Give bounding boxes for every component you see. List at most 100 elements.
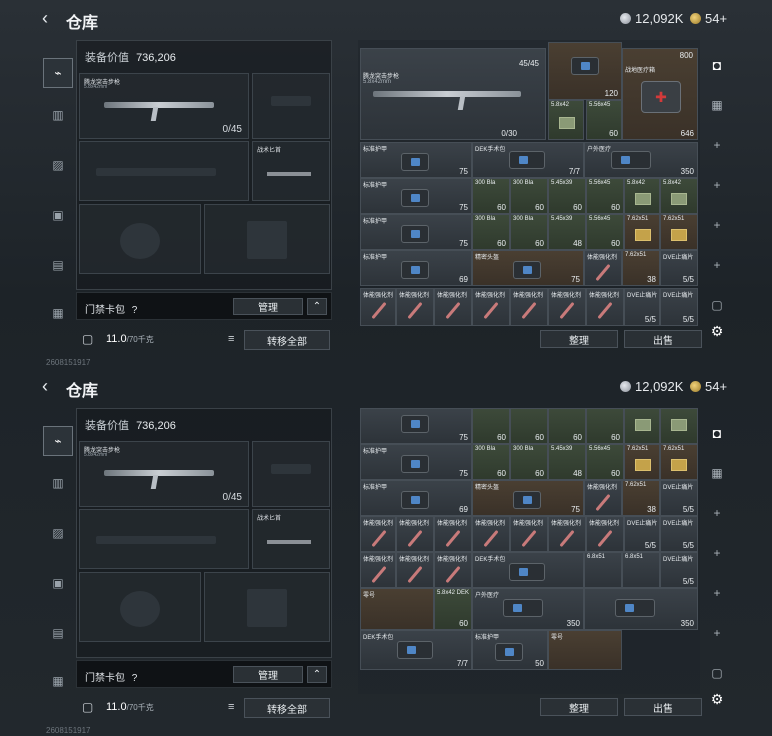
stim-item[interactable]: 体能强化剂 [586,288,624,326]
outdoor-med-item[interactable]: 350 [584,588,698,630]
dve-item[interactable]: DVE止痛片 5/5 [624,516,660,552]
manage-button[interactable]: 管理 [233,666,303,683]
stim-item[interactable]: 体能强化剂 [584,250,622,286]
helmet-item[interactable]: 精密头盔 75 [472,250,584,286]
ammo-item[interactable]: 7.62x51 [660,444,698,480]
armor-item[interactable]: 标准护甲 75 [360,214,472,250]
armor-slot[interactable] [204,572,330,642]
ammo-item[interactable]: 5.45x39 60 [548,178,586,214]
ammo-item[interactable] [624,408,660,444]
gear-icon[interactable]: ⚙ [708,690,726,708]
ammo-item[interactable]: 5.8x42 [548,100,584,140]
primary-weapon-slot[interactable]: 腾龙突击步枪 5.8x42mm 0/45 [79,73,249,139]
ammo-item[interactable]: 5.8x42 DEK 60 [434,588,472,630]
dve-item[interactable]: DVE止痛片 5/5 [624,288,660,326]
back-icon[interactable]: ‹ [42,9,60,27]
tab-backpack-icon[interactable]: ▣ [43,568,73,598]
lock-icon[interactable]: ▢ [708,664,726,682]
storage-icon[interactable]: ◘ [708,56,726,74]
sell-button[interactable]: 出售 [624,330,702,348]
ammo-item[interactable]: 7.62x51 38 [622,480,660,516]
ammo-item[interactable]: 300 Bla 60 [510,214,548,250]
stim-item[interactable]: 体能强化剂 [548,288,586,326]
transfer-all-button[interactable]: 转移全部 [244,330,330,350]
ammo-item[interactable]: 300 Bla 60 [510,178,548,214]
tab-medkit-icon[interactable]: ▦ [43,298,73,328]
secondary-weapon-slot[interactable] [79,141,249,201]
gear-icon[interactable]: ⚙ [708,322,726,340]
stim-item[interactable]: 体能强化剂 [434,288,472,326]
ammo-item[interactable]: 7.62x51 [660,214,698,250]
scanner-item[interactable]: 120 [548,42,622,100]
sell-button[interactable]: 出售 [624,698,702,716]
ammo-item[interactable]: 5.8x42 [624,178,660,214]
ammo-item[interactable] [660,408,698,444]
back-icon[interactable]: ‹ [42,377,60,395]
stim-item[interactable]: 体能强化剂 [584,480,622,516]
ammo-item[interactable]: 60 [586,408,624,444]
list-icon[interactable]: ≡ [228,333,234,345]
armor-item[interactable]: 标准护甲 69 [360,250,472,286]
stim-item[interactable]: 体能强化剂 [434,552,472,588]
add-icon[interactable]: + [708,176,726,194]
dek-item[interactable]: DEK手术包 7/7 [472,142,584,178]
stim-item[interactable]: 体能强化剂 [510,516,548,552]
lock-icon[interactable]: ▢ [708,296,726,314]
tab-case-icon[interactable]: ▤ [43,250,73,280]
stim-item[interactable]: 体能强化剂 [360,288,396,326]
stim-item[interactable]: 体能强化剂 [548,516,586,552]
dek-item[interactable]: DEK手术包 7/7 [360,630,472,670]
storage-icon[interactable]: ◘ [708,424,726,442]
armor-item[interactable]: 标准护甲 69 [360,480,472,516]
ammo-item[interactable]: 5.56x45 60 [586,178,624,214]
tab-vest-icon[interactable]: ▥ [43,468,73,498]
helmet-slot[interactable] [79,572,201,642]
add-icon[interactable]: + [708,544,726,562]
melee-slot[interactable]: 战术匕首 [252,141,330,201]
tab-medkit-icon[interactable]: ▦ [43,666,73,696]
ammo-item[interactable]: 60 [472,408,510,444]
tab-backpack-icon[interactable]: ▣ [43,200,73,230]
chevron-up-icon[interactable]: ⌃ [307,298,327,315]
qr-icon[interactable]: ▦ [708,464,726,482]
gold-currency[interactable]: 54+ [690,11,727,26]
add-icon[interactable]: + [708,584,726,602]
outdoor-med-item[interactable]: 户外医疗 350 [472,588,584,630]
add-icon[interactable]: + [708,256,726,274]
tab-armor-icon[interactable]: ▨ [43,518,73,548]
ammo-item[interactable]: 7.62x51 [624,214,660,250]
tab-armor-icon[interactable]: ▨ [43,150,73,180]
stim-item[interactable]: 体能强化剂 [396,516,434,552]
dve-item[interactable]: DVE止痛片 5/5 [660,250,698,286]
help-icon[interactable]: ? [132,673,138,684]
ammo-item[interactable]: 5.56x45 60 [586,100,622,140]
dve-item[interactable]: DVE止痛片 5/5 [660,288,698,326]
tab-case-icon[interactable]: ▤ [43,618,73,648]
chevron-up-icon[interactable]: ⌃ [307,666,327,683]
sort-button[interactable]: 整理 [540,698,618,716]
pistol-slot[interactable] [252,73,330,139]
armor-item[interactable]: 标准护甲 75 [360,178,472,214]
ammo-item[interactable]: 5.56x45 60 [586,214,624,250]
armor-item[interactable]: 标准护甲 75 [360,142,472,178]
ammo-item[interactable]: 60 [548,408,586,444]
add-icon[interactable]: + [708,624,726,642]
stim-item[interactable]: 体能强化剂 [510,288,548,326]
armor-item[interactable]: 标准护甲 50 [472,630,548,670]
tab-weapon-icon[interactable]: ⌁ [43,426,73,456]
ammo-item[interactable]: 7.62x51 [624,444,660,480]
gold-currency[interactable]: 54+ [690,379,727,394]
primary-weapon-slot[interactable]: 腾龙突击步枪 5.8x42mm 0/45 [79,441,249,507]
armor-item[interactable]: 标准护甲 75 [360,444,472,480]
ammo-item[interactable]: 7.62x51 38 [622,250,660,286]
ammo-item[interactable]: 300 Bla 60 [472,178,510,214]
armor-item[interactable]: 75 [360,408,472,444]
helmet-slot[interactable] [79,204,201,274]
tab-vest-icon[interactable]: ▥ [43,100,73,130]
ammo-item[interactable]: 5.45x39 48 [548,444,586,480]
stim-item[interactable]: 体能强化剂 [360,552,396,588]
add-icon[interactable]: + [708,136,726,154]
ammo-item[interactable]: 6.8x51 [584,552,622,588]
secondary-weapon-slot[interactable] [79,509,249,569]
add-icon[interactable]: + [708,504,726,522]
